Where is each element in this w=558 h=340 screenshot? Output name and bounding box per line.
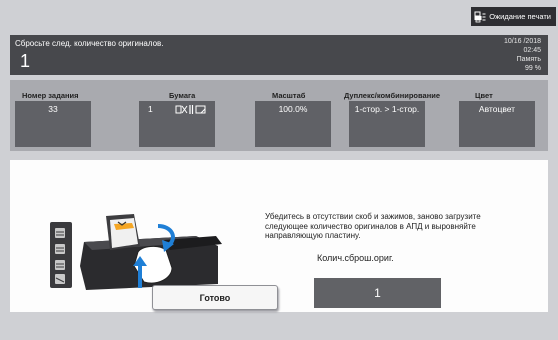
memory-label: Память [516,56,541,63]
color-box: Автоцвет [459,101,535,147]
status-time: 02:45 [523,47,541,54]
message-bar: Сбросьте след. количество оригиналов. 1 … [10,35,548,75]
job-number-box: 33 [15,101,91,147]
status-panel: 10/16 /2018 02:45 Память 99 % [504,37,541,73]
duplex-box: 1-стор. > 1-стор. [349,101,425,147]
color-value: Автоцвет [478,104,516,114]
scale-label: Масштаб [272,91,306,100]
paper-stack [110,218,138,248]
message-text: Сбросьте след. количество оригиналов. [15,39,164,48]
instruction-text: Убедитесь в отсутствии скоб и зажимов, з… [265,212,481,241]
reset-count-field[interactable]: 1 [314,278,441,308]
print-queue-label: Ожидание печати [489,12,551,21]
bottom-bar [0,316,558,340]
reset-count-value: 1 [374,286,381,300]
printer-queue-icon [474,11,486,22]
job-number-label: Номер задания [22,91,79,100]
paper-size-icons [175,105,206,114]
message-count: 1 [20,51,31,71]
scale-box: 100.0% [255,101,331,147]
paper-box: 1 [139,101,215,147]
color-label: Цвет [475,91,493,100]
duplex-label: Дуплекс/комбинирование [344,91,441,100]
top-bar: Ожидание печати [0,0,558,28]
status-date: 10/16 /2018 [504,38,541,45]
done-button[interactable]: Готово [152,285,278,310]
paper-label: Бумага [169,91,196,100]
settings-panel: Номер задания 33 Бумага 1 Масштаб 100.0%… [10,80,548,151]
job-number-value: 33 [48,104,58,114]
main-panel: Убедитесь в отсутствии скоб и зажимов, з… [10,160,548,312]
reset-count-label: Колич.сброш.ориг. [317,253,394,263]
duplex-value: 1-стор. > 1-стор. [354,104,420,114]
scale-value: 100.0% [278,104,308,114]
print-queue-button[interactable]: Ожидание печати [471,7,556,26]
memory-value: 99 % [525,65,541,72]
adf-reload-illustration [50,214,222,290]
